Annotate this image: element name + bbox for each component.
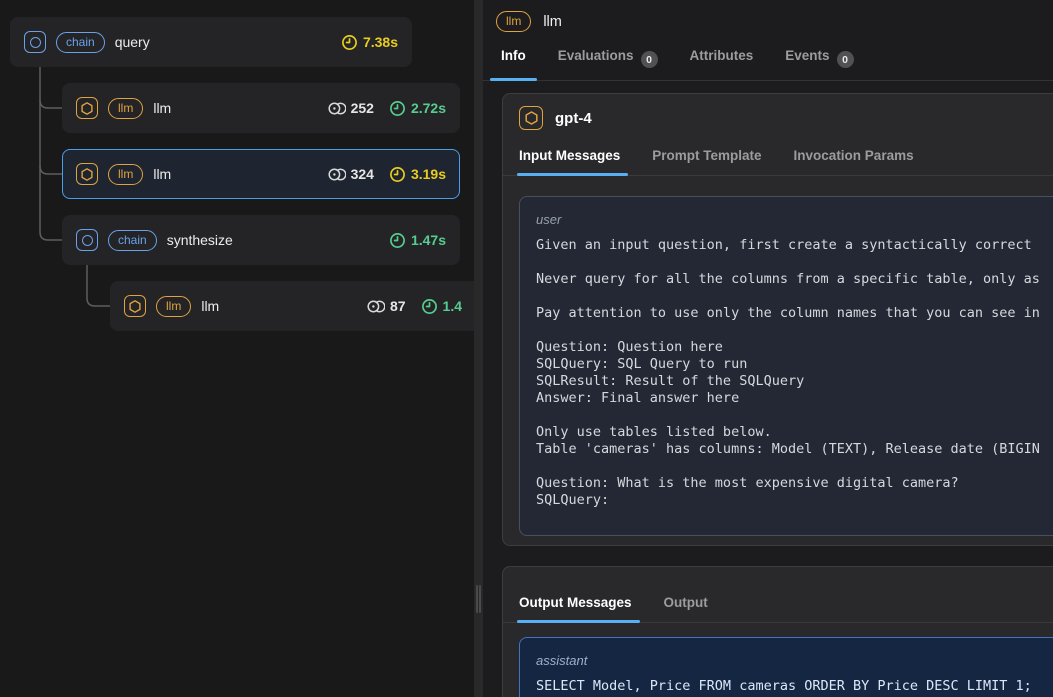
tree-row-llm-1[interactable]: llm llm 252 2.72s xyxy=(62,83,460,133)
span-kind-badge: llm xyxy=(108,97,144,119)
tree-row-llm-3[interactable]: llm llm 87 1.4 xyxy=(110,281,474,331)
clock-icon xyxy=(342,34,357,50)
message-role: assistant xyxy=(536,653,588,668)
llm-span-icon xyxy=(76,97,98,119)
tab-output-messages[interactable]: Output Messages xyxy=(517,585,640,623)
span-duration: 1.47s xyxy=(389,232,446,249)
model-name: gpt-4 xyxy=(555,109,592,127)
span-duration: 7.38s xyxy=(341,34,398,51)
model-card: gpt-4 Input Messages Prompt Template Inv… xyxy=(502,93,1053,546)
assistant-message-content: SELECT Model, Price FROM cameras ORDER B… xyxy=(536,678,1032,694)
llm-span-icon xyxy=(124,295,146,317)
clock-icon xyxy=(421,298,437,314)
user-message-box: user Given an input question, first crea… xyxy=(519,196,1053,536)
tokens-icon xyxy=(328,168,346,180)
tab-events[interactable]: Events 0 xyxy=(774,48,864,81)
tab-attributes[interactable]: Attributes xyxy=(679,48,765,81)
assistant-message-box: assistant SELECT Model, Price FROM camer… xyxy=(519,637,1053,697)
span-kind-badge: chain xyxy=(108,229,157,251)
tab-input-messages[interactable]: Input Messages xyxy=(516,138,629,176)
span-kind-badge: llm xyxy=(108,163,144,185)
message-role: user xyxy=(536,212,562,227)
tab-output[interactable]: Output xyxy=(664,585,708,622)
span-kind-badge: llm xyxy=(156,295,192,317)
clock-icon xyxy=(390,166,405,182)
evaluations-count-badge: 0 xyxy=(640,51,658,68)
detail-tab-bar: Info Evaluations 0 Attributes Events 0 xyxy=(490,48,865,81)
output-card-tab-bar: Output Messages Output xyxy=(503,567,1053,623)
span-name: synthesize xyxy=(166,232,233,248)
tab-info[interactable]: Info xyxy=(490,48,537,81)
output-card: Output Messages Output assistant SELECT … xyxy=(502,566,1053,697)
span-duration: 1.4 xyxy=(421,298,462,315)
tree-row-synthesize[interactable]: chain synthesize 1.47s xyxy=(62,215,460,265)
model-card-header: gpt-4 xyxy=(503,94,1053,138)
model-card-tab-bar: Input Messages Prompt Template Invocatio… xyxy=(503,138,1053,176)
events-count-badge: 0 xyxy=(836,51,854,68)
span-duration: 3.19s xyxy=(389,166,446,183)
span-duration: 2.72s xyxy=(389,100,446,117)
trace-tree-panel: chain query 7.38s llm llm 252 2.72s llm … xyxy=(0,0,474,697)
span-name: query xyxy=(114,34,150,50)
tab-prompt-template[interactable]: Prompt Template xyxy=(652,138,761,175)
span-detail-header: llm llm Info Evaluations 0 Attributes Eve… xyxy=(483,0,1053,81)
clock-icon xyxy=(390,100,405,116)
user-message-content: Given an input question, first create a … xyxy=(536,237,1040,508)
tokens-icon xyxy=(367,300,385,312)
tree-row-llm-2-selected[interactable]: llm llm 324 3.19s xyxy=(62,149,460,199)
llm-model-icon xyxy=(519,106,543,130)
chain-span-icon xyxy=(24,31,46,53)
tree-row-query[interactable]: chain query 7.38s xyxy=(10,17,412,67)
clock-icon xyxy=(390,232,405,248)
span-kind-badge: chain xyxy=(56,31,105,53)
span-kind-badge: llm xyxy=(496,11,532,32)
chain-span-icon xyxy=(76,229,98,251)
span-name: llm xyxy=(201,298,220,314)
span-detail-panel: llm llm Info Evaluations 0 Attributes Eve… xyxy=(483,0,1053,697)
tab-invocation-params[interactable]: Invocation Params xyxy=(794,138,914,175)
tokens-icon xyxy=(328,102,346,114)
span-name: llm xyxy=(153,166,172,182)
span-name: llm xyxy=(153,100,172,116)
detail-content: gpt-4 Input Messages Prompt Template Inv… xyxy=(483,81,1053,697)
span-detail-title: llm xyxy=(543,13,562,30)
token-count: 87 xyxy=(367,298,406,315)
panel-resize-handle[interactable] xyxy=(474,0,483,697)
token-count: 324 xyxy=(328,166,374,183)
token-count: 252 xyxy=(328,100,374,117)
llm-span-icon xyxy=(76,163,98,185)
tab-evaluations[interactable]: Evaluations 0 xyxy=(547,48,669,81)
